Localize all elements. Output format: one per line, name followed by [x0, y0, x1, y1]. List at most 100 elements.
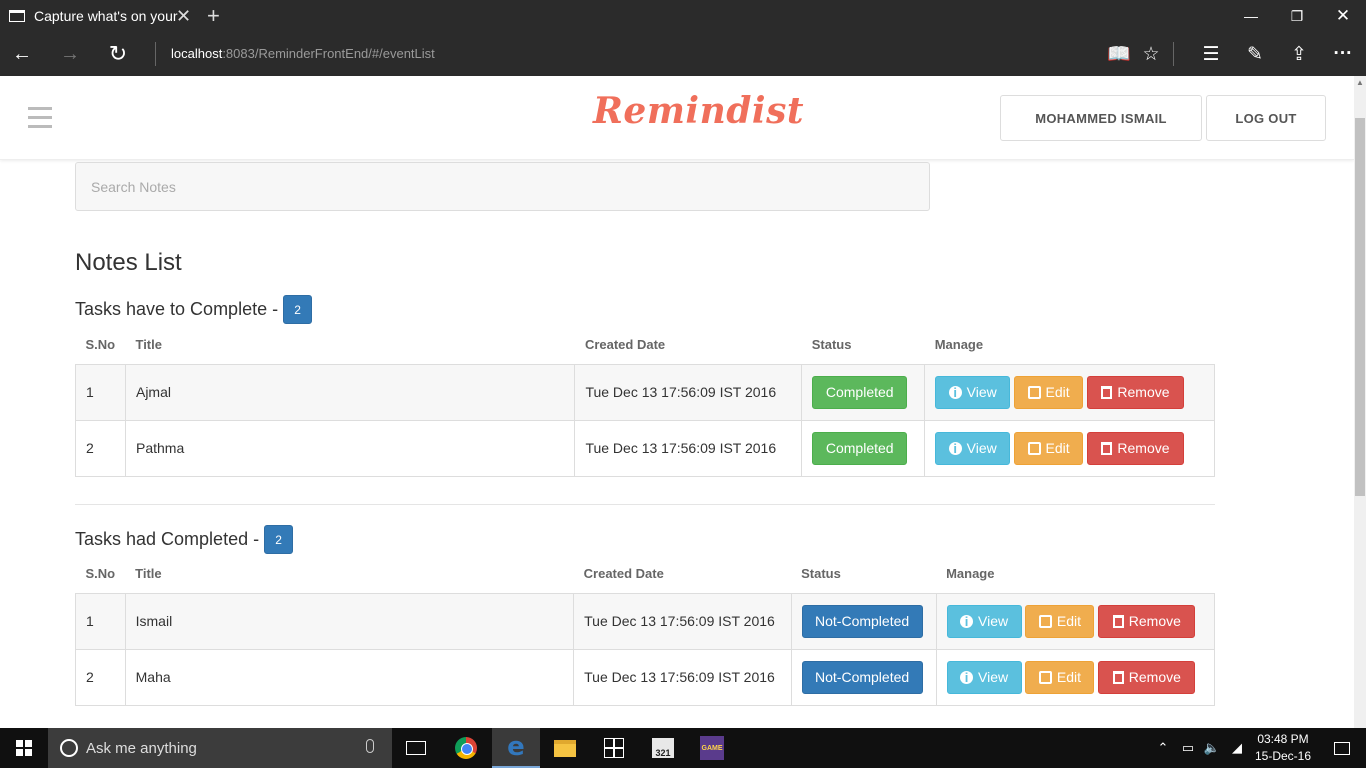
- info-icon: i: [960, 670, 974, 685]
- forward-arrow-icon[interactable]: →: [50, 32, 90, 76]
- chrome-taskbar-button[interactable]: [442, 728, 490, 768]
- folder-icon: [554, 739, 576, 757]
- battery-icon[interactable]: ▭: [1176, 728, 1200, 768]
- edge-taskbar-button[interactable]: e: [492, 728, 540, 768]
- refresh-icon[interactable]: ↻: [98, 32, 138, 76]
- user-button[interactable]: MOHAMMED ISMAIL: [1000, 95, 1202, 141]
- edit-button[interactable]: Edit: [1014, 375, 1084, 409]
- action-center-button[interactable]: [1318, 728, 1366, 768]
- completed-tasks-table: S.No Title Created Date Status Manage 1 …: [75, 555, 1216, 706]
- page-icon: [9, 10, 25, 22]
- minimize-icon[interactable]: —: [1228, 0, 1274, 32]
- brand-logo[interactable]: Remindist: [593, 90, 804, 132]
- cortana-icon: [60, 739, 78, 757]
- info-icon: i: [948, 441, 962, 456]
- section-heading: Tasks have to Complete -: [75, 299, 279, 319]
- view-button[interactable]: i View: [946, 604, 1022, 638]
- column-header: S.No: [85, 566, 116, 582]
- trash-icon: [1101, 441, 1113, 455]
- web-note-icon[interactable]: ✎: [1237, 32, 1273, 76]
- store-taskbar-button[interactable]: [590, 728, 638, 768]
- row-title: Ajmal: [124, 363, 576, 421]
- favorite-star-icon[interactable]: ☆: [1133, 32, 1169, 76]
- row-sno: 2: [75, 419, 126, 477]
- browser-nav-bar: ← → ↻ localhost:8083/ReminderFrontEnd/#/…: [0, 32, 1366, 76]
- section-divider: [75, 504, 1215, 505]
- logout-button[interactable]: LOG OUT: [1206, 95, 1326, 141]
- system-clock[interactable]: 03:48 PM 15-Dec-16: [1252, 731, 1314, 765]
- restore-icon[interactable]: ❐: [1274, 0, 1320, 32]
- row-date: Tue Dec 13 17:56:09 IST 2016: [573, 648, 792, 706]
- trash-icon: [1112, 614, 1124, 628]
- new-tab-icon[interactable]: +: [207, 3, 220, 29]
- back-arrow-icon[interactable]: ←: [2, 32, 42, 76]
- edit-button[interactable]: Edit: [1014, 431, 1084, 465]
- volume-icon[interactable]: 🔈: [1201, 728, 1223, 768]
- edit-label: Edit: [1056, 613, 1082, 629]
- edit-button[interactable]: Edit: [1025, 660, 1095, 694]
- media-player-taskbar-button[interactable]: 321: [639, 728, 687, 768]
- remove-button[interactable]: Remove: [1086, 375, 1184, 409]
- store-icon: [604, 738, 624, 758]
- count-badge: 2: [264, 525, 294, 554]
- close-tab-icon[interactable]: ✕: [176, 6, 191, 27]
- tab-title: Capture what's on your: [34, 8, 178, 24]
- menu-hamburger-icon[interactable]: [28, 107, 52, 129]
- table-row: 1 Ajmal Tue Dec 13 17:56:09 IST 2016 Com…: [75, 363, 1215, 421]
- remove-button[interactable]: Remove: [1098, 660, 1196, 694]
- pending-tasks-table: S.No Title Created Date Status Manage 1 …: [75, 326, 1215, 477]
- cortana-search-box[interactable]: Ask me anything: [48, 728, 392, 768]
- column-header: Status: [811, 337, 852, 353]
- view-button[interactable]: i View: [935, 375, 1011, 409]
- view-label: View: [978, 613, 1009, 629]
- view-label: View: [978, 669, 1009, 685]
- info-icon: i: [948, 385, 962, 400]
- hub-icon[interactable]: ☰: [1193, 32, 1229, 76]
- app-header: Remindist MOHAMMED ISMAIL LOG OUT: [0, 76, 1354, 160]
- cortana-placeholder: Ask me anything: [86, 739, 197, 757]
- remove-button[interactable]: Remove: [1098, 604, 1196, 638]
- reading-view-icon[interactable]: 📖: [1101, 32, 1137, 76]
- status-completed-button[interactable]: Completed: [812, 375, 908, 409]
- windows-logo-icon: [16, 740, 32, 756]
- address-bar[interactable]: localhost:8083/ReminderFrontEnd/#/eventL…: [171, 32, 435, 76]
- start-button[interactable]: [0, 728, 48, 768]
- game-taskbar-button[interactable]: GAME: [688, 728, 736, 768]
- column-header: Created Date: [583, 566, 664, 582]
- more-icon[interactable]: ···: [1325, 32, 1361, 76]
- row-status: Completed: [801, 419, 926, 477]
- status-not-completed-button[interactable]: Not-Completed: [801, 660, 923, 694]
- share-icon[interactable]: ⇪: [1281, 32, 1317, 76]
- view-button[interactable]: i View: [935, 431, 1011, 465]
- remove-label: Remove: [1128, 669, 1181, 685]
- edit-label: Edit: [1045, 440, 1070, 456]
- status-completed-button[interactable]: Completed: [812, 431, 908, 465]
- remove-button[interactable]: Remove: [1086, 431, 1184, 465]
- scroll-up-icon[interactable]: ▲: [1354, 76, 1366, 90]
- address-separator: [155, 42, 156, 66]
- file-explorer-taskbar-button[interactable]: [541, 728, 589, 768]
- edit-label: Edit: [1045, 384, 1070, 400]
- section-title-completed: Tasks had Completed - 2: [75, 525, 294, 554]
- row-date: Tue Dec 13 17:56:09 IST 2016: [573, 592, 792, 650]
- close-window-icon[interactable]: ✕: [1320, 0, 1366, 32]
- browser-tab[interactable]: Capture what's on your ✕: [0, 0, 200, 32]
- task-view-button[interactable]: [392, 728, 440, 768]
- clock-time: 03:48 PM: [1257, 732, 1309, 746]
- search-input[interactable]: [75, 162, 930, 211]
- microphone-icon[interactable]: [366, 739, 374, 753]
- trash-icon: [1112, 670, 1124, 684]
- windows-taskbar: Ask me anything e 321 GAME ⌃ ▭ 🔈 ◢ 03:48…: [0, 728, 1366, 768]
- edit-icon: [1038, 614, 1052, 628]
- edit-button[interactable]: Edit: [1025, 604, 1095, 638]
- view-button[interactable]: i View: [946, 660, 1022, 694]
- show-hidden-icons-chevron-icon[interactable]: ⌃: [1152, 728, 1174, 768]
- row-manage: i View Edit Remove: [935, 648, 1216, 706]
- count-badge: 2: [283, 295, 313, 324]
- browser-title-bar: Capture what's on your ✕ + — ❐ ✕: [0, 0, 1366, 32]
- view-label: View: [966, 384, 997, 400]
- status-not-completed-button[interactable]: Not-Completed: [801, 604, 923, 638]
- scrollbar-thumb[interactable]: [1355, 118, 1365, 496]
- wifi-icon[interactable]: ◢: [1226, 728, 1248, 768]
- edit-icon: [1038, 670, 1052, 684]
